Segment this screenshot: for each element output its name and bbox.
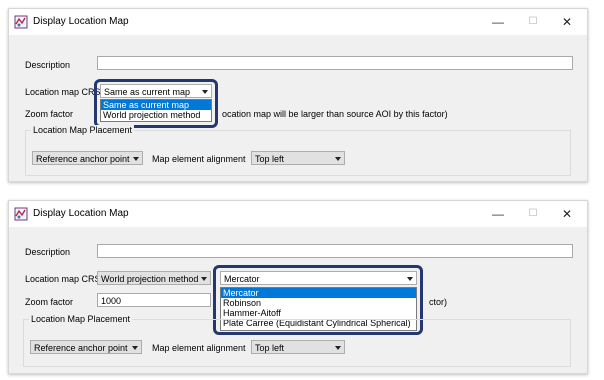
placement-group-title: Location Map Placement <box>29 314 133 324</box>
description-input[interactable] <box>97 56 573 70</box>
alignment-label: Map element alignment <box>152 343 246 353</box>
description-input[interactable] <box>97 244 573 258</box>
anchor-combo[interactable]: Reference anchor point <box>32 151 143 165</box>
crs-option[interactable]: Same as current map <box>101 100 211 110</box>
maximize-button[interactable]: ☐ <box>524 205 542 223</box>
crs-combo-value: Same as current map <box>104 87 191 97</box>
projection-combo[interactable]: Mercator <box>220 271 417 285</box>
projection-option[interactable]: Robinson <box>221 298 416 308</box>
dialog-world-projection: Display Location Map — ☐ ✕ Description L… <box>8 200 588 374</box>
chevron-down-icon <box>201 277 207 281</box>
crs-option[interactable]: World projection method <box>101 110 211 120</box>
window-title: Display Location Map <box>33 208 129 219</box>
anchor-combo[interactable]: Reference anchor point <box>30 340 142 354</box>
close-button[interactable]: ✕ <box>558 13 576 31</box>
anchor-combo-value: Reference anchor point <box>34 343 128 353</box>
anchor-combo-value: Reference anchor point <box>36 154 130 164</box>
projection-option[interactable]: Mercator <box>221 288 416 298</box>
description-label: Description <box>25 60 71 70</box>
crs-combo[interactable]: World projection method <box>97 271 211 285</box>
crs-label: Location map CRS <box>25 274 101 284</box>
projection-combo-value: Mercator <box>224 274 260 284</box>
chevron-down-icon <box>335 157 341 161</box>
dialog-same-as-current-map: Display Location Map — ☐ ✕ Description L… <box>8 8 588 182</box>
zoom-label: Zoom factor <box>25 109 74 119</box>
alignment-combo-value: Top left <box>255 154 285 164</box>
minimize-button[interactable]: — <box>489 13 507 31</box>
close-button[interactable]: ✕ <box>558 205 576 223</box>
zoom-input-value: 1000 <box>101 296 122 306</box>
alignment-combo[interactable]: Top left <box>251 151 345 165</box>
zoom-label: Zoom factor <box>25 297 74 307</box>
crs-dropdown-list[interactable]: Same as current map World projection met… <box>100 99 212 122</box>
zoom-input[interactable]: 1000 <box>97 293 211 307</box>
chevron-down-icon <box>407 277 413 281</box>
app-icon <box>14 15 28 29</box>
chevron-down-icon <box>133 157 139 161</box>
chevron-down-icon <box>132 346 138 350</box>
title-bar: Display Location Map — ☐ ✕ <box>9 201 587 227</box>
app-icon <box>14 207 28 221</box>
title-bar: Display Location Map — ☐ ✕ <box>9 9 587 35</box>
chevron-down-icon <box>202 90 208 94</box>
minimize-button[interactable]: — <box>489 205 507 223</box>
chevron-down-icon <box>335 346 341 350</box>
crs-label: Location map CRS <box>25 87 101 97</box>
alignment-combo[interactable]: Top left <box>251 340 345 354</box>
zoom-hint: ocation map will be larger than source A… <box>222 109 448 119</box>
alignment-label: Map element alignment <box>152 154 246 164</box>
projection-option[interactable]: Hammer-Aitoff <box>221 308 416 318</box>
crs-combo-value: World projection method <box>101 274 199 284</box>
alignment-combo-value: Top left <box>255 343 285 353</box>
window-title: Display Location Map <box>33 16 129 27</box>
placement-group-title: Location Map Placement <box>31 125 135 135</box>
maximize-button[interactable]: ☐ <box>524 13 542 31</box>
crs-combo[interactable]: Same as current map <box>100 84 212 98</box>
zoom-hint: ctor) <box>429 297 447 307</box>
description-label: Description <box>25 247 71 257</box>
